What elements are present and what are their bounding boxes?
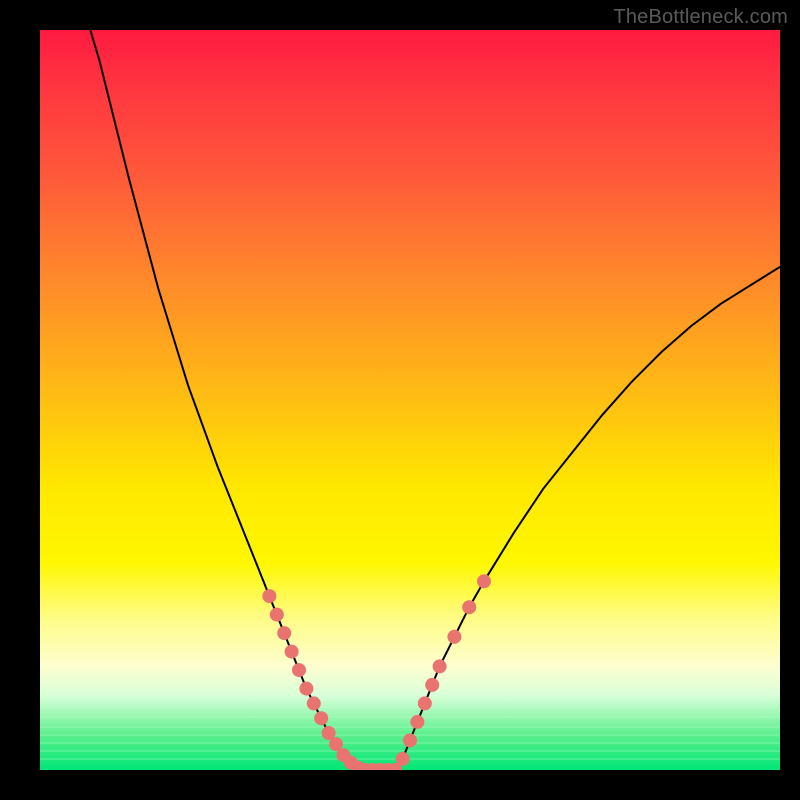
data-point [292,663,306,677]
data-point [285,645,299,659]
data-point [462,600,476,614]
data-point [277,626,291,640]
chart-plot-area [40,30,780,770]
data-point [299,682,313,696]
data-point [396,752,410,766]
chart-svg [40,30,780,770]
data-point [477,574,491,588]
data-point [403,733,417,747]
bottleneck-curve [90,30,780,770]
data-point [425,678,439,692]
data-point [262,589,276,603]
data-point [433,659,447,673]
watermark-text: TheBottleneck.com [613,6,788,29]
data-point [307,696,321,710]
data-point [418,696,432,710]
data-points-group [262,574,491,770]
data-point [447,630,461,644]
data-point [270,608,284,622]
data-point [314,711,328,725]
data-point [410,715,424,729]
